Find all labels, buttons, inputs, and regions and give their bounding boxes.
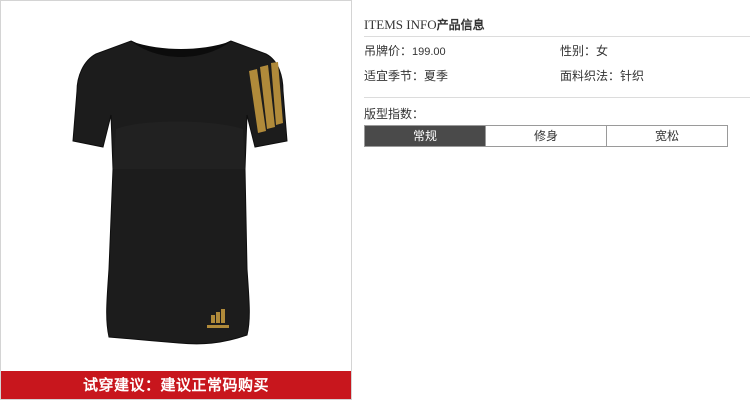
fabric-label: 面料织法： — [560, 69, 621, 83]
gender-label: 性别： — [560, 44, 597, 58]
fabric-value: 针织 — [620, 69, 645, 83]
fit-suggestion-banner: 试穿建议：建议正常码购买 — [1, 371, 351, 399]
info-title-latin: ITEMS INFO — [364, 17, 437, 32]
product-image-panel: 试穿建议：建议正常码购买 — [0, 0, 352, 400]
spec-divider — [364, 97, 750, 98]
price-value: 199.00 — [412, 46, 446, 58]
info-section-title: ITEMS INFO产品信息 — [364, 16, 750, 36]
fit-option-slim: 修身 — [486, 126, 607, 146]
fit-index-scale: 常规 修身 宽松 — [364, 125, 728, 147]
season-label: 适宜季节： — [364, 69, 425, 83]
info-title-cn: 产品信息 — [436, 18, 485, 32]
fit-option-regular: 常规 — [365, 126, 486, 146]
title-divider — [364, 36, 750, 37]
season-value: 夏季 — [424, 69, 449, 83]
fabric-spec: 面料织法：针织 — [560, 68, 644, 84]
black-womens-tshirt-image — [72, 40, 288, 345]
season-spec: 适宜季节：夏季 — [364, 68, 448, 84]
price-spec: 吊牌价：199.00 — [364, 43, 446, 59]
product-info-panel: ITEMS INFO产品信息 吊牌价：199.00 性别：女 适宜季节：夏季 面… — [364, 0, 750, 400]
fit-index-label: 版型指数： — [364, 107, 425, 121]
gender-value: 女 — [596, 44, 609, 58]
fit-option-loose: 宽松 — [607, 126, 727, 146]
price-label: 吊牌价： — [364, 44, 413, 58]
gender-spec: 性别：女 — [560, 43, 608, 59]
